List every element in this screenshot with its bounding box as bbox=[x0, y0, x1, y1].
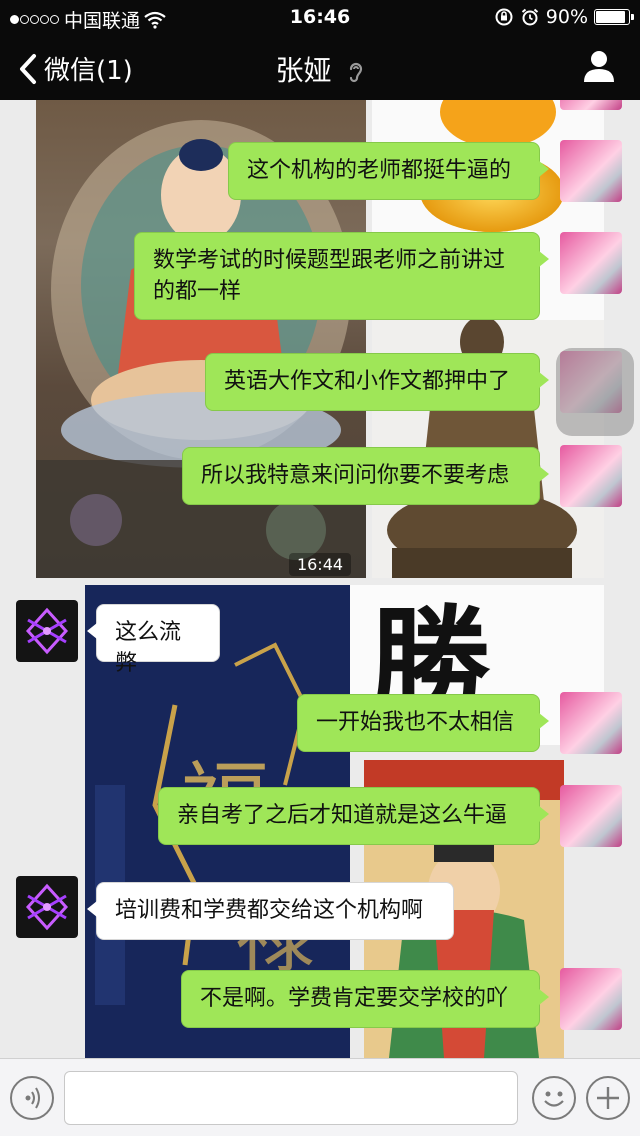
my-avatar[interactable] bbox=[560, 785, 622, 847]
chat-bubble-received[interactable]: 培训费和学费都交给这个机构啊 bbox=[87, 882, 454, 940]
chat-bubble-received[interactable]: 这么流弊 bbox=[87, 604, 220, 676]
rotation-lock-icon bbox=[495, 8, 513, 26]
battery-icon bbox=[594, 9, 634, 25]
my-avatar[interactable] bbox=[560, 692, 622, 754]
plus-icon bbox=[597, 1087, 619, 1109]
message-timestamp: 16:44 bbox=[0, 553, 640, 576]
chat-bubble-sent[interactable]: 数学考试的时候题型跟老师之前讲过的都一样 bbox=[134, 232, 549, 320]
my-avatar[interactable] bbox=[560, 100, 622, 110]
assistive-touch-button[interactable] bbox=[556, 348, 634, 436]
battery-percent: 90% bbox=[545, 6, 588, 28]
chat-bubble-sent[interactable]: 一开始我也不太相信 bbox=[297, 694, 549, 752]
input-bar bbox=[0, 1058, 640, 1136]
chat-area[interactable]: 16:44 福 禄 勝 这个机构的老师都挺牛逼的 数学考试的时候题型跟老师之前讲… bbox=[0, 100, 640, 1058]
smiley-icon bbox=[544, 1091, 564, 1107]
contact-avatar[interactable] bbox=[16, 876, 78, 938]
alarm-icon bbox=[521, 8, 538, 26]
my-avatar[interactable] bbox=[560, 445, 622, 507]
chat-bubble-sent[interactable]: 英语大作文和小作文都押中了 bbox=[205, 353, 549, 411]
chat-bubble-sent[interactable]: 不是啊。学费肯定要交学校的吖 bbox=[181, 970, 549, 1028]
contact-avatar[interactable] bbox=[16, 600, 78, 662]
message-input[interactable] bbox=[64, 1071, 518, 1125]
status-right: 90% bbox=[494, 6, 634, 28]
contact-name: 张娅 bbox=[275, 54, 332, 87]
ear-icon bbox=[350, 62, 363, 83]
chat-bubble-sent[interactable]: 所以我特意来问问你要不要考虑 bbox=[182, 447, 549, 505]
my-avatar[interactable] bbox=[560, 140, 622, 202]
person-icon[interactable] bbox=[582, 48, 616, 84]
chat-bubble-sent[interactable]: 亲自考了之后才知道就是这么牛逼 bbox=[158, 787, 549, 845]
status-bar: 中国联通 16:46 90% bbox=[0, 0, 640, 36]
plus-button[interactable] bbox=[586, 1076, 630, 1120]
voice-button[interactable] bbox=[10, 1076, 54, 1120]
chat-bubble-sent[interactable]: 这个机构的老师都挺牛逼的 bbox=[228, 142, 549, 200]
voice-icon bbox=[25, 1087, 40, 1109]
chat-title: 张娅 bbox=[0, 49, 640, 89]
my-avatar[interactable] bbox=[560, 232, 622, 294]
emoji-button[interactable] bbox=[532, 1076, 576, 1120]
my-avatar[interactable] bbox=[560, 968, 622, 1030]
nav-bar: 微信(1) 张娅 bbox=[0, 36, 640, 100]
